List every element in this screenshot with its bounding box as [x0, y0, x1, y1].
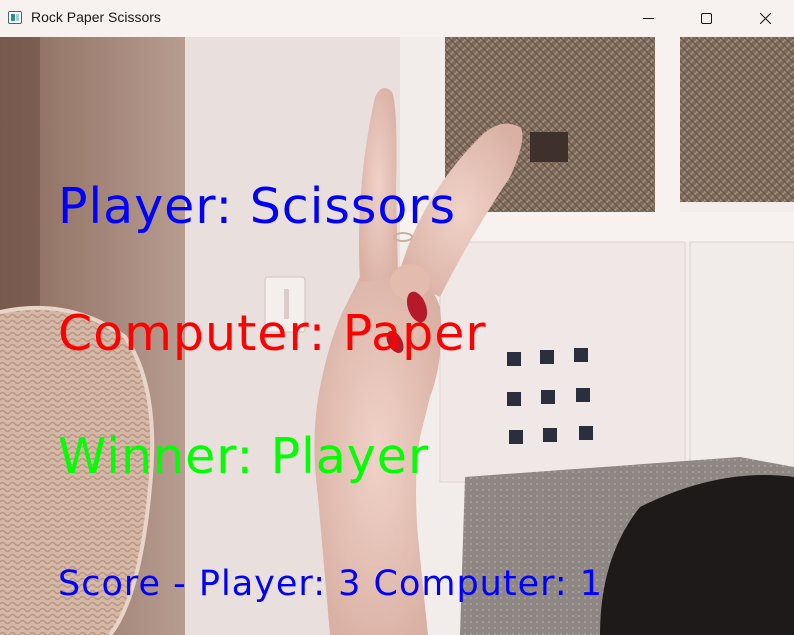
- computer-choice-label: Computer: Paper: [58, 305, 487, 362]
- score-label: Score - Player: 3 Computer: 1: [58, 564, 604, 604]
- app-icon: [8, 11, 22, 24]
- camera-feed: Player: Scissors Computer: Paper Winner:…: [0, 37, 794, 635]
- window-title: Rock Paper Scissors: [31, 9, 161, 25]
- maximize-icon: [701, 13, 712, 24]
- close-icon: [760, 13, 771, 24]
- maximize-button[interactable]: [677, 0, 735, 37]
- winner-label: Winner: Player: [58, 428, 430, 485]
- close-button[interactable]: [736, 0, 794, 37]
- title-bar[interactable]: Rock Paper Scissors: [0, 0, 794, 38]
- player-choice-label: Player: Scissors: [58, 178, 457, 235]
- minimize-button[interactable]: [619, 0, 677, 37]
- minimize-icon: [643, 18, 654, 19]
- app-window: Rock Paper Scissors Player: Scissors Com…: [0, 0, 794, 635]
